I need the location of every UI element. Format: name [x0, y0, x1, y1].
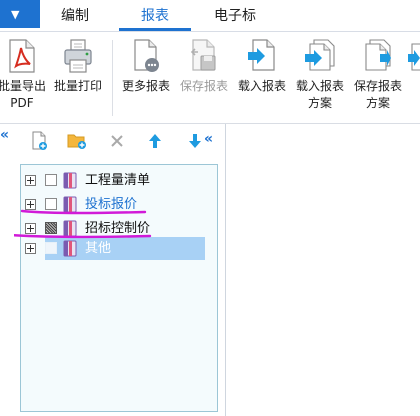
move-down-icon: [189, 134, 201, 148]
ribbon-separator: [112, 40, 113, 116]
load-report-scheme-button[interactable]: 载入报表 方案: [290, 38, 350, 112]
report-tree-panel: « 工程量清单 投标报价 招标控制价 其他: [14, 124, 226, 416]
ribbon-tab-bar: ▼ 编制 报表 电子标: [0, 0, 420, 32]
expand-icon[interactable]: [25, 243, 36, 254]
save-report-scheme-button[interactable]: 保存报表 方案: [348, 38, 408, 112]
new-folder-icon: [67, 134, 86, 149]
left-collapse-strip: «: [0, 124, 14, 416]
expand-icon[interactable]: [25, 199, 36, 210]
tree-item-checkbox[interactable]: [45, 198, 57, 210]
pdf-export-icon: [9, 39, 35, 73]
batch-print-button[interactable]: 批量打印: [48, 38, 108, 95]
load-report-icon: [248, 39, 275, 71]
tree-item-bill-of-quantities[interactable]: 工程量清单: [21, 169, 217, 192]
save-report-scheme-label: 保存报表: [353, 79, 402, 93]
panel-collapse-icon[interactable]: «: [204, 132, 213, 146]
ribbon-toolbar: 批量导出 PDF 批量打印 更多报表 保存报表 载入报表 载入报表 方案 保存报…: [0, 32, 420, 124]
batch-print-label: 批量打印: [53, 79, 102, 93]
new-folder-button[interactable]: [66, 130, 88, 152]
load-report-scheme-label-2: 方案: [307, 96, 332, 110]
tree-item-checkbox[interactable]: [45, 242, 57, 254]
batch-export-pdf-label: 批量导出: [0, 79, 46, 93]
tab-e-bid[interactable]: 电子标: [206, 3, 264, 29]
delete-button[interactable]: [106, 130, 128, 152]
app-menu-button[interactable]: ▼: [0, 0, 40, 28]
expand-icon[interactable]: [25, 175, 36, 186]
tree-item-checkbox[interactable]: [45, 174, 57, 186]
dropdown-caret-icon: ▼: [11, 8, 20, 21]
tree-item-other[interactable]: 其他: [21, 237, 217, 260]
tree-item-label: 工程量清单: [85, 173, 151, 188]
clipped-ribbon-button[interactable]: [406, 38, 420, 74]
printer-icon: [64, 39, 92, 73]
more-reports-label: 更多报表: [121, 79, 170, 93]
more-reports-button[interactable]: 更多报表: [116, 38, 176, 95]
load-report-button[interactable]: 载入报表: [232, 38, 292, 95]
load-scheme-icon: [305, 39, 335, 71]
report-book-icon: [63, 220, 77, 237]
save-report-scheme-label-2: 方案: [365, 96, 390, 110]
tree-item-bid-quotation[interactable]: 投标报价: [21, 193, 217, 216]
move-up-button[interactable]: [144, 130, 166, 152]
save-scheme-icon: [365, 39, 391, 71]
tab-reports[interactable]: 报表: [119, 3, 191, 29]
save-report-label: 保存报表: [179, 79, 228, 93]
batch-export-pdf-button[interactable]: 批量导出 PDF: [0, 38, 52, 112]
report-tree: 工程量清单 投标报价 招标控制价 其他: [20, 164, 218, 412]
collapse-panel-icon[interactable]: «: [0, 128, 9, 142]
expand-icon[interactable]: [25, 223, 36, 234]
report-book-icon: [63, 172, 77, 189]
delete-icon: [111, 135, 123, 147]
clipped-report-icon: [408, 43, 420, 71]
batch-export-pdf-label-2: PDF: [10, 96, 34, 110]
save-report-button[interactable]: 保存报表: [174, 38, 234, 95]
load-report-label: 载入报表: [237, 79, 286, 93]
move-down-button[interactable]: [184, 130, 206, 152]
tree-item-checkbox-partial[interactable]: [45, 222, 57, 234]
save-report-icon: [190, 39, 216, 71]
tree-item-label: 投标报价: [85, 197, 138, 212]
more-reports-icon: [134, 39, 159, 72]
tree-item-label: 其他: [85, 241, 112, 256]
tab-edit[interactable]: 编制: [52, 3, 98, 29]
new-file-icon: [32, 131, 47, 150]
report-content-area: [227, 124, 420, 416]
load-report-scheme-label: 载入报表: [295, 79, 344, 93]
new-report-button[interactable]: [28, 130, 50, 152]
report-book-icon: [63, 196, 77, 213]
move-up-icon: [149, 134, 161, 148]
report-book-icon: [63, 240, 77, 257]
